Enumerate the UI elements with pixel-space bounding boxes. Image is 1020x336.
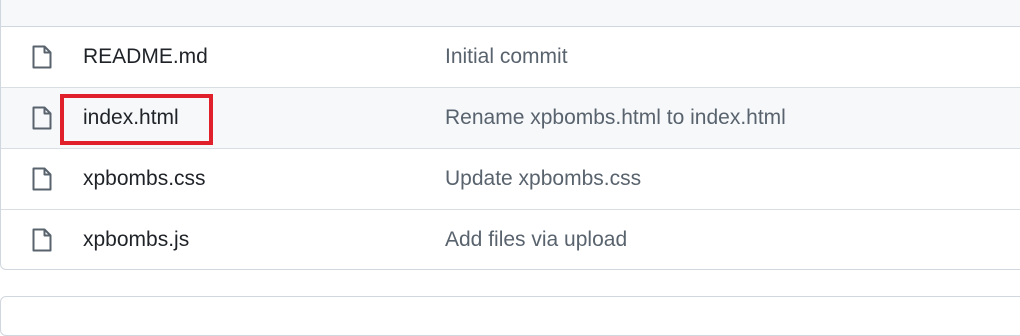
file-row-css[interactable]: xpbombs.css Update xpbombs.css (1, 149, 1020, 210)
file-icon (32, 45, 52, 69)
commit-message-link[interactable]: Add files via upload (445, 228, 627, 252)
commit-message-link[interactable]: Initial commit (445, 45, 568, 69)
file-icon (32, 106, 52, 130)
file-row-readme[interactable]: README.md Initial commit (1, 27, 1020, 88)
file-list: README.md Initial commit index.html Rena… (0, 0, 1020, 270)
file-row-js[interactable]: xpbombs.js Add files via upload (1, 210, 1020, 269)
file-row-index[interactable]: index.html Rename xpbombs.html to index.… (1, 88, 1020, 149)
file-list-header (1, 0, 1020, 27)
file-name-link[interactable]: xpbombs.css (83, 167, 206, 191)
file-name-link[interactable]: xpbombs.js (83, 228, 189, 252)
file-icon (32, 167, 52, 191)
file-name-link[interactable]: index.html (83, 106, 179, 130)
commit-message-link[interactable]: Update xpbombs.css (445, 167, 641, 191)
file-name-link[interactable]: README.md (83, 45, 208, 69)
commit-message-link[interactable]: Rename xpbombs.html to index.html (445, 106, 786, 130)
next-panel (0, 296, 1020, 336)
file-icon (32, 228, 52, 252)
